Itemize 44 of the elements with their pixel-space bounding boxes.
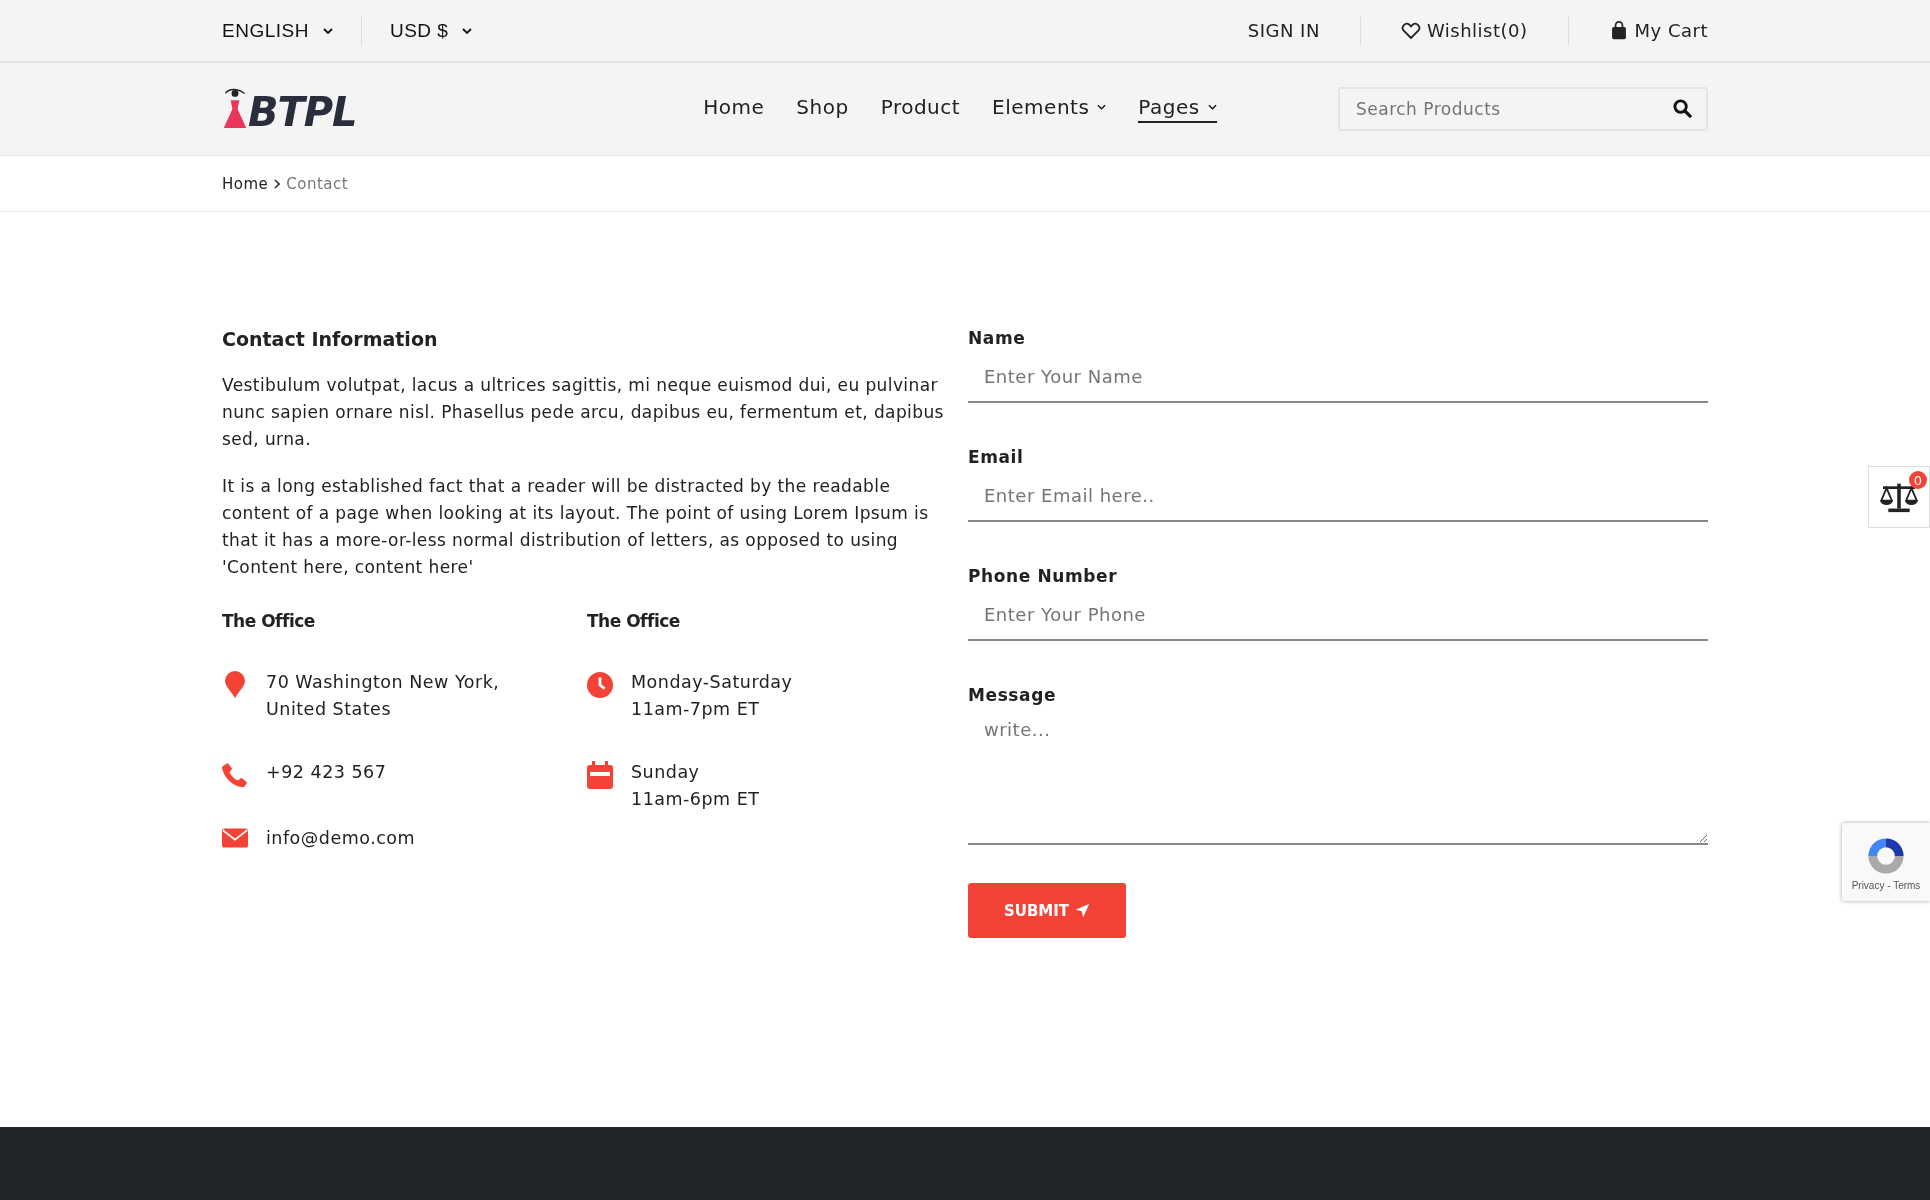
nav-link[interactable]: Pages [1138, 95, 1217, 123]
column-title: The Office [222, 611, 316, 631]
phone-icon [222, 761, 248, 789]
field-label: Name [968, 328, 1027, 348]
field-label: Email [968, 447, 1025, 467]
paragraph: Vestibulum volutpat, lacus a ultrices sagittis, mi neque euismod dui, eu pulvinar nunc sapien ornare nisl. Phasellus pede arcu, dapibus eu, fermentum et, dapibus sed, urna. [222, 374, 945, 451]
contact-detail: 70 Washington New York, United States [266, 671, 500, 721]
field-label: Message [968, 685, 1058, 705]
count-badge: 0 [1909, 471, 1927, 489]
field-label: Phone Number [968, 566, 1119, 586]
language-dropdown[interactable]: ENGLISH [222, 19, 333, 42]
submit-button[interactable]: SUBMIT [968, 883, 1126, 938]
chevron-down-icon [462, 27, 473, 34]
envelope-icon [222, 827, 248, 849]
breadcrumb-link[interactable]: Home [222, 174, 269, 193]
logo-text[interactable]: BTPL [248, 92, 357, 132]
compare-button[interactable]: 0 [1868, 466, 1930, 528]
sign-in-link[interactable]: SIGN IN [1247, 20, 1320, 41]
nav-link[interactable]: Elements [992, 95, 1107, 123]
search-icon[interactable] [1673, 99, 1692, 118]
paper-plane-icon [1075, 903, 1091, 918]
search-field[interactable]: Search Products [1338, 87, 1708, 131]
contact-detail: info@demo.com [266, 827, 416, 850]
nav-link[interactable]: Product [880, 95, 961, 123]
breadcrumb-link[interactable]: Contact [286, 174, 349, 193]
column-title: The Office [587, 611, 681, 631]
heart-icon [1400, 21, 1421, 40]
privacy-terms-text[interactable]: Privacy - Terms [1851, 879, 1921, 891]
recaptcha-badge[interactable]: Privacy - Terms [1842, 823, 1930, 901]
wishlist-link[interactable]: Wishlist(0) [1400, 20, 1528, 41]
nav-link[interactable]: Home [703, 95, 765, 123]
cart-link[interactable]: My Cart [1608, 20, 1708, 41]
chevron-right-icon [274, 178, 281, 189]
paragraph: It is a long established fact that a reader will be distracted by the readable content of a page when looking at its layout. The point of using Lorem Ipsum is that it has a more-or-less normal distribution of letters, as opposed to using 'Content here, content here' [222, 475, 930, 579]
currency-dropdown[interactable]: USD $ [389, 19, 473, 42]
section-title: Contact Information [222, 328, 439, 350]
contact-detail: Sunday 11am-6pm ET [631, 761, 760, 811]
nav-link[interactable]: Shop [796, 95, 849, 123]
clock-icon [587, 671, 613, 699]
contact-detail: Monday-Saturday 11am-7pm ET [631, 671, 793, 721]
chevron-down-icon [322, 27, 333, 34]
contact-detail: +92 423 567 [266, 761, 387, 784]
calendar-icon [587, 761, 613, 789]
map-pin-icon [222, 671, 248, 699]
